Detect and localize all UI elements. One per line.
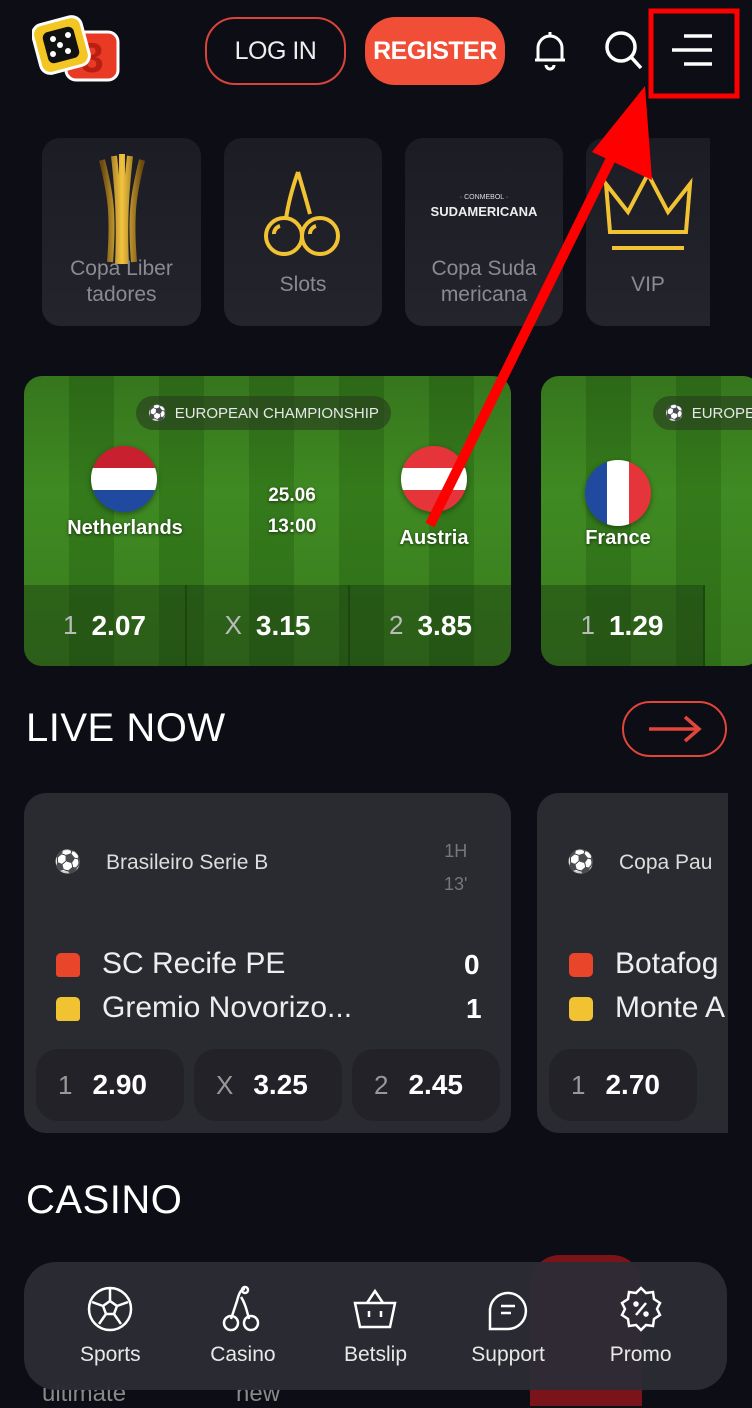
annotation-highlight-box xyxy=(648,8,740,99)
annotation-arrow-head xyxy=(592,86,652,180)
annotation-overlay xyxy=(425,8,740,528)
annotation-arrow-shaft xyxy=(425,117,635,528)
